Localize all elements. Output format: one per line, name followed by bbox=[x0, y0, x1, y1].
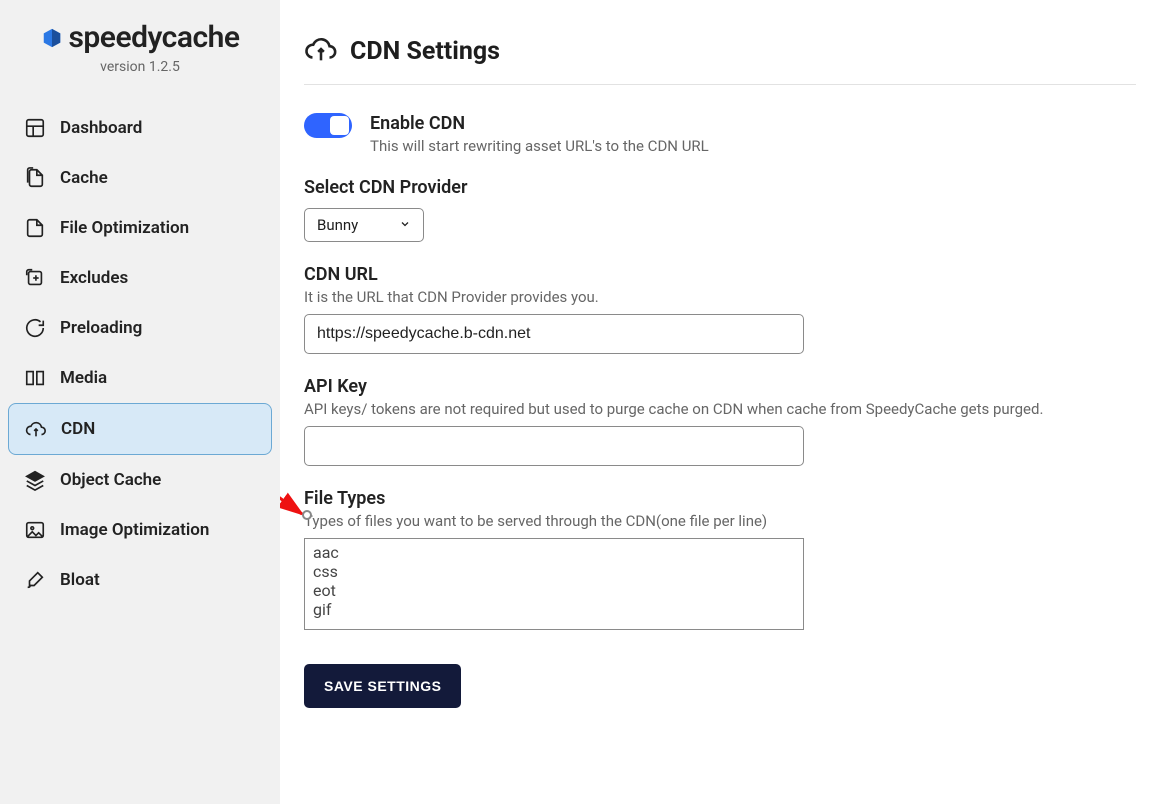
api-key-label: API Key bbox=[304, 376, 1136, 397]
save-settings-button[interactable]: SAVE SETTINGS bbox=[304, 664, 461, 708]
cdn-url-block: CDN URL It is the URL that CDN Provider … bbox=[304, 264, 1136, 354]
brush-icon bbox=[24, 569, 46, 591]
file-icon bbox=[24, 217, 46, 239]
sidebar-item-media[interactable]: Media bbox=[8, 353, 272, 403]
file-types-desc: Types of files you want to be served thr… bbox=[304, 512, 1136, 530]
sidebar-item-label: Media bbox=[60, 368, 107, 388]
cdn-url-label: CDN URL bbox=[304, 264, 1136, 285]
brand-block: speedycache version 1.2.5 bbox=[8, 20, 272, 75]
api-key-desc: API keys/ tokens are not required but us… bbox=[304, 400, 1136, 418]
api-key-input[interactable] bbox=[304, 426, 804, 466]
sidebar-item-label: Cache bbox=[60, 168, 108, 188]
sidebar-item-label: Image Optimization bbox=[60, 520, 209, 540]
cache-icon bbox=[24, 167, 46, 189]
sidebar-item-label: Preloading bbox=[60, 318, 142, 338]
annotation-dot-end bbox=[302, 510, 312, 520]
brand-name: speedycache bbox=[69, 20, 240, 55]
file-types-label: File Types bbox=[304, 488, 1136, 509]
sidebar-item-object-cache[interactable]: Object Cache bbox=[8, 455, 272, 505]
sidebar-item-bloat[interactable]: Bloat bbox=[8, 555, 272, 605]
sidebar-item-cdn[interactable]: CDN bbox=[8, 403, 272, 455]
sidebar-item-label: Dashboard bbox=[60, 118, 142, 138]
sidebar-item-label: Object Cache bbox=[60, 470, 161, 490]
sidebar-item-cache[interactable]: Cache bbox=[8, 153, 272, 203]
layers-icon bbox=[24, 469, 46, 491]
provider-selected: Bunny bbox=[317, 216, 358, 234]
sidebar-nav: Dashboard Cache File Optimization Exclud… bbox=[8, 103, 272, 605]
media-icon bbox=[24, 367, 46, 389]
enable-cdn-toggle[interactable] bbox=[304, 113, 352, 138]
sidebar: speedycache version 1.2.5 Dashboard Cach… bbox=[0, 0, 280, 804]
page-title: CDN Settings bbox=[350, 37, 500, 66]
sidebar-item-excludes[interactable]: Excludes bbox=[8, 253, 272, 303]
sidebar-item-file-optimization[interactable]: File Optimization bbox=[8, 203, 272, 253]
image-icon bbox=[24, 519, 46, 541]
api-key-block: API Key API keys/ tokens are not require… bbox=[304, 376, 1136, 466]
toggle-knob bbox=[330, 116, 349, 135]
brand-version: version 1.2.5 bbox=[8, 59, 272, 75]
provider-block: Select CDN Provider Bunny bbox=[304, 177, 1136, 242]
sidebar-item-preloading[interactable]: Preloading bbox=[8, 303, 272, 353]
sidebar-item-label: File Optimization bbox=[60, 218, 189, 238]
enable-cdn-desc: This will start rewriting asset URL's to… bbox=[370, 137, 709, 155]
cloud-icon bbox=[304, 32, 338, 70]
sidebar-item-label: Excludes bbox=[60, 268, 128, 288]
file-types-textarea[interactable] bbox=[304, 538, 804, 630]
sidebar-item-label: CDN bbox=[61, 419, 95, 439]
preloading-icon bbox=[24, 317, 46, 339]
sidebar-item-dashboard[interactable]: Dashboard bbox=[8, 103, 272, 153]
excludes-icon bbox=[24, 267, 46, 289]
cdn-icon bbox=[25, 418, 47, 440]
cdn-url-input[interactable] bbox=[304, 314, 804, 354]
dashboard-icon bbox=[24, 117, 46, 139]
main-panel: CDN Settings Enable CDN This will start … bbox=[280, 0, 1164, 804]
provider-select[interactable]: Bunny bbox=[304, 208, 424, 242]
enable-cdn-row: Enable CDN This will start rewriting ass… bbox=[304, 113, 1136, 155]
brand-logo-icon bbox=[41, 27, 63, 49]
file-types-block: File Types Types of files you want to be… bbox=[304, 488, 1136, 634]
page-header: CDN Settings bbox=[304, 32, 1136, 85]
enable-cdn-title: Enable CDN bbox=[370, 113, 709, 134]
sidebar-item-image-optimization[interactable]: Image Optimization bbox=[8, 505, 272, 555]
cdn-url-desc: It is the URL that CDN Provider provides… bbox=[304, 288, 1136, 306]
chevron-down-icon bbox=[399, 216, 411, 234]
sidebar-item-label: Bloat bbox=[60, 570, 100, 590]
provider-label: Select CDN Provider bbox=[304, 177, 1136, 198]
